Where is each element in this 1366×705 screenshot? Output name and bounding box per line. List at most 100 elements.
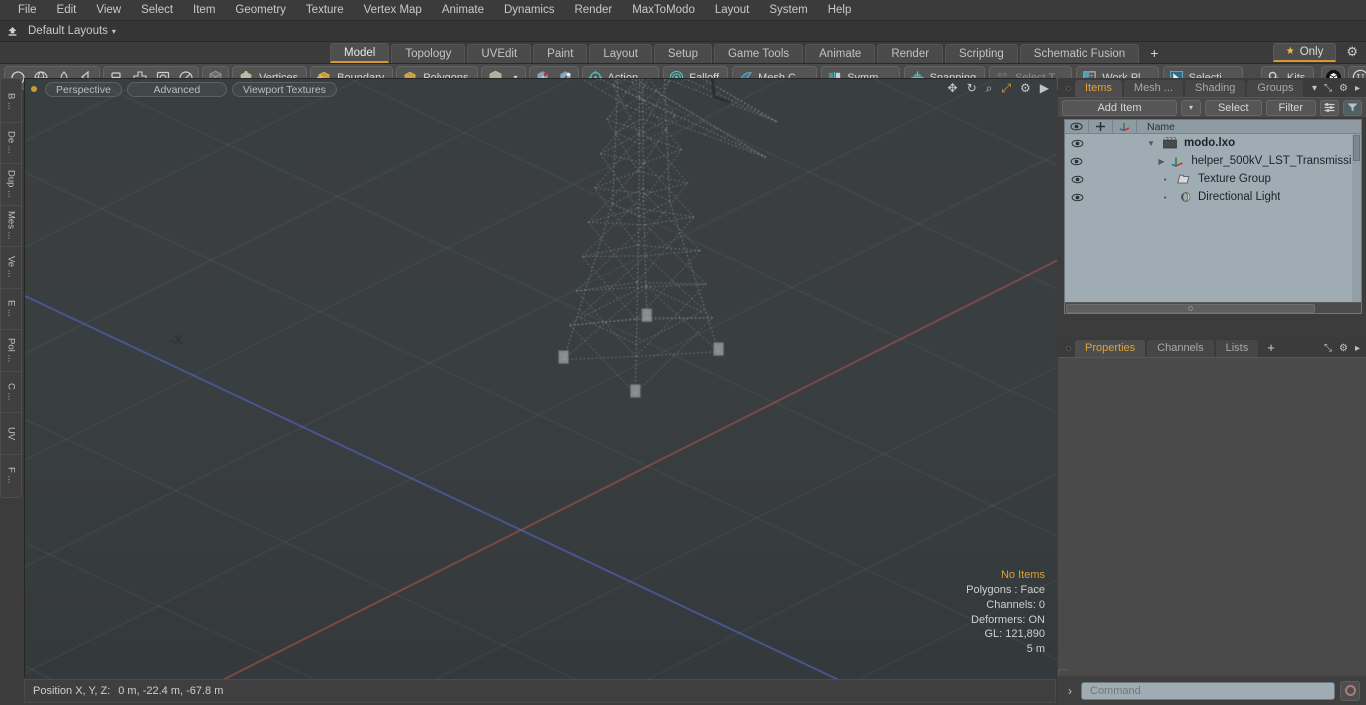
position-label: Position X, Y, Z:	[33, 685, 111, 697]
chevron-down-icon[interactable]: ▾	[112, 27, 116, 36]
left-tab-9[interactable]: F ...	[1, 455, 21, 496]
home-up-icon[interactable]	[0, 25, 24, 38]
menu-item-edit[interactable]: Edit	[47, 0, 87, 21]
add-layout-tab-button[interactable]: +	[1141, 44, 1167, 63]
item-list-row[interactable]: ▪ Directional Light	[1065, 188, 1361, 206]
layout-tab-uvedit[interactable]: UVEdit	[467, 44, 532, 63]
funnel-icon[interactable]	[1343, 99, 1362, 116]
menu-item-item[interactable]: Item	[183, 0, 225, 21]
item-list-row[interactable]: ▪ Texture Group	[1065, 170, 1361, 188]
gear-icon[interactable]: ⚙	[1339, 83, 1348, 94]
menu-item-view[interactable]: View	[86, 0, 131, 21]
layout-tab-model[interactable]: Model	[330, 43, 390, 63]
select-button[interactable]: Select	[1204, 99, 1262, 116]
menu-item-system[interactable]: System	[759, 0, 817, 21]
right-tab-items[interactable]: Items	[1075, 80, 1122, 97]
menu-item-animate[interactable]: Animate	[432, 0, 494, 21]
layout-tab-animate[interactable]: Animate	[805, 44, 876, 63]
panel-menu-dot[interactable]	[1066, 86, 1071, 91]
layout-tab-setup[interactable]: Setup	[653, 44, 712, 63]
right-tab-shading[interactable]: Shading	[1185, 80, 1246, 97]
left-tab-2[interactable]: Dup ...	[1, 164, 21, 206]
rotate-icon[interactable]: ↻	[967, 82, 977, 94]
left-tab-4[interactable]: Ve ...	[1, 247, 21, 289]
item-row-name-cell[interactable]: ▼ modo.lxo	[1137, 137, 1235, 149]
item-list[interactable]: Name ▼ modo.lxo ▶ helper_500kV_LST_Transmis…	[1064, 119, 1362, 314]
layout-tab-render[interactable]: Render	[877, 44, 944, 63]
gear-icon[interactable]: ⚙	[1020, 82, 1031, 94]
zoom-icon[interactable]: ⌕	[986, 82, 993, 94]
left-tab-8[interactable]: UV	[1, 413, 21, 455]
menu-item-texture[interactable]: Texture	[296, 0, 354, 21]
expand-icon[interactable]: ⤡	[1324, 343, 1332, 354]
menu-item-render[interactable]: Render	[564, 0, 622, 21]
menu-item-vertex-map[interactable]: Vertex Map	[354, 0, 432, 21]
chevron-down-icon[interactable]: ▼	[1143, 139, 1159, 148]
layout-tab-layout[interactable]: Layout	[589, 44, 652, 63]
add-item-dropdown[interactable]: ▾	[1180, 99, 1201, 116]
left-tab-1[interactable]: De ...	[1, 123, 21, 164]
layout-tab-game-tools[interactable]: Game Tools	[713, 44, 804, 63]
layout-tab-schematic-fusion[interactable]: Schematic Fusion	[1019, 44, 1140, 63]
layout-preset-label[interactable]: Default Layouts	[24, 25, 108, 37]
eye-icon[interactable]	[1065, 175, 1089, 184]
list-options-icon[interactable]	[1320, 99, 1339, 116]
props-tab-[interactable]: +	[1260, 340, 1282, 357]
left-tab-7[interactable]: C ...	[1, 372, 21, 413]
item-list-hscroll[interactable]	[1065, 302, 1361, 313]
fit-icon[interactable]: ⤢	[1001, 82, 1011, 94]
props-tab-lists[interactable]: Lists	[1215, 340, 1259, 357]
item-list-row[interactable]: ▼ modo.lxo	[1065, 134, 1361, 152]
menu-item-layout[interactable]: Layout	[705, 0, 760, 21]
menu-item-dynamics[interactable]: Dynamics	[494, 0, 564, 21]
play-icon[interactable]: ▸	[1355, 83, 1360, 94]
menu-item-help[interactable]: Help	[818, 0, 862, 21]
item-list-vscroll[interactable]	[1352, 134, 1361, 302]
left-tab-6[interactable]: Pol ...	[1, 330, 21, 372]
viewport-pill-advanced[interactable]: Advanced	[126, 81, 227, 97]
filter-button[interactable]: Filter	[1265, 99, 1316, 116]
chevron-right-icon[interactable]: ▶	[1156, 157, 1168, 166]
viewport-pill-perspective[interactable]: Perspective	[45, 81, 122, 97]
eye-icon[interactable]	[1065, 157, 1089, 166]
scroll-thumb[interactable]	[1066, 304, 1315, 313]
add-item-button[interactable]: Add Item	[1062, 99, 1177, 116]
viewport-pill-viewport-textures[interactable]: Viewport Textures	[231, 81, 337, 97]
item-row-label: Directional Light	[1198, 191, 1281, 203]
only-toggle-button[interactable]: ★ Only	[1272, 42, 1337, 62]
layout-tab-topology[interactable]: Topology	[391, 44, 466, 63]
props-tab-properties[interactable]: Properties	[1075, 340, 1146, 357]
item-row-name-cell[interactable]: ▶ helper_500kV_LST_Transmissi...	[1136, 155, 1361, 168]
only-label: Only	[1299, 45, 1324, 58]
left-tab-5[interactable]: E ...	[1, 289, 21, 330]
layout-tab-paint[interactable]: Paint	[533, 44, 588, 63]
menu-item-select[interactable]: Select	[131, 0, 183, 21]
panel-menu-dot[interactable]	[1066, 346, 1071, 351]
menu-item-maxtomodo[interactable]: MaxToModo	[622, 0, 705, 21]
gear-icon[interactable]: ⚙	[1339, 343, 1348, 354]
pan-icon[interactable]: ✥	[948, 82, 958, 94]
items-toolbar: Add Item ▾ Select Filter	[1058, 97, 1366, 117]
menu-item-file[interactable]: File	[8, 0, 47, 21]
eye-icon[interactable]	[1065, 139, 1089, 148]
viewport-3d[interactable]: Perspective Advanced Viewport Textures ✥ ↻ ⌕…	[24, 78, 1057, 679]
play-icon[interactable]: ▸	[1355, 343, 1360, 354]
menu-item-geometry[interactable]: Geometry	[225, 0, 296, 21]
props-tab-channels[interactable]: Channels	[1147, 340, 1214, 357]
layout-tab-scripting[interactable]: Scripting	[945, 44, 1018, 63]
item-list-row[interactable]: ▶ helper_500kV_LST_Transmissi...	[1065, 152, 1361, 170]
right-tab-groups[interactable]: Groups	[1247, 80, 1304, 97]
item-row-name-cell[interactable]: ▪ Texture Group	[1137, 173, 1271, 185]
gear-icon[interactable]: ⚙	[1346, 44, 1358, 60]
item-row-name-cell[interactable]: ▪ Directional Light	[1137, 191, 1281, 203]
right-tab-mesh[interactable]: Mesh ...	[1123, 80, 1184, 97]
record-circle-icon[interactable]	[1340, 680, 1360, 701]
viewport-canvas[interactable]	[25, 79, 1057, 679]
left-tab-3[interactable]: Mes ...	[1, 206, 21, 247]
expand-icon[interactable]: ⤡	[1324, 83, 1332, 94]
play-icon[interactable]: ▶	[1040, 82, 1049, 94]
left-tab-0[interactable]: B ...	[1, 81, 21, 123]
eye-icon[interactable]	[1065, 193, 1089, 202]
chevron-down-icon[interactable]: ▾	[1312, 83, 1317, 94]
command-input[interactable]	[1081, 681, 1335, 700]
